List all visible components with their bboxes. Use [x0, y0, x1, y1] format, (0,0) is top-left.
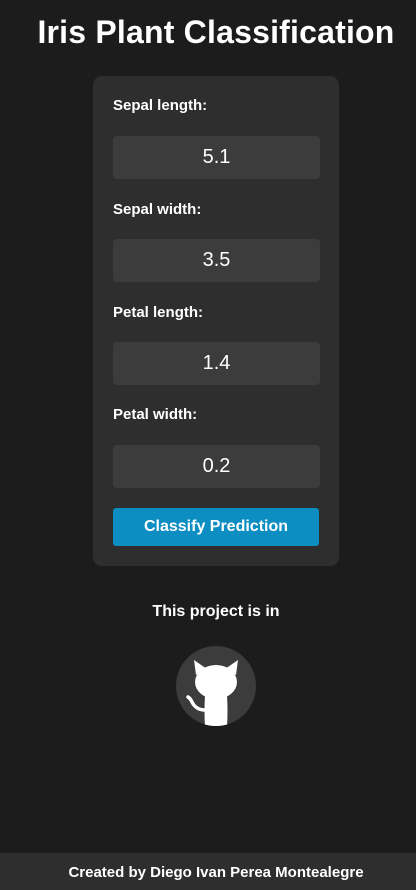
sepal-width-label: Sepal width:: [113, 201, 202, 218]
github-link[interactable]: [176, 646, 256, 726]
classify-prediction-button[interactable]: Classify Prediction: [113, 508, 319, 546]
sepal-length-input[interactable]: [113, 136, 320, 179]
project-text: This project is in: [152, 603, 280, 620]
github-octocat-icon: [186, 660, 238, 726]
sepal-width-input[interactable]: [113, 239, 320, 282]
petal-length-input[interactable]: [113, 342, 320, 385]
sepal-length-label: Sepal length:: [113, 97, 208, 114]
footer-credit: Created by Diego Ivan Perea Montealegre: [68, 864, 364, 881]
classification-form: Sepal length: Sepal width: Petal length:…: [93, 76, 339, 566]
footer: Created by Diego Ivan Perea Montealegre: [0, 853, 416, 890]
petal-width-input[interactable]: [113, 445, 320, 488]
petal-length-label: Petal length:: [113, 304, 204, 321]
petal-width-label: Petal width:: [113, 406, 198, 423]
page-title: Iris Plant Classification: [37, 14, 395, 50]
